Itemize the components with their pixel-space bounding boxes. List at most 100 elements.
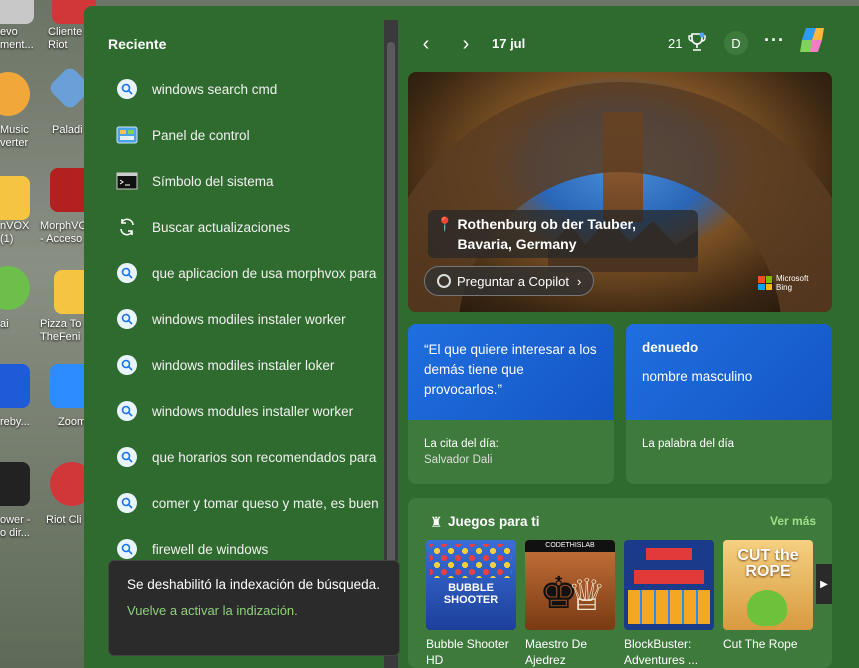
- location-caption[interactable]: 📍 Rothenburg ob der Tauber, Bavaria, Ger…: [428, 210, 698, 258]
- recent-item-label: que aplicacion de usa morphvox para: [152, 265, 377, 281]
- recent-item[interactable]: windows modules installer worker: [116, 388, 386, 434]
- location-pin-icon: 📍: [436, 216, 454, 232]
- desktop-icon-label: ower - o dir...: [0, 514, 31, 539]
- app-icon[interactable]: [0, 364, 30, 408]
- desktop-icon-label: Riot Cli: [46, 514, 82, 526]
- desktop-icon-label: evo ment...: [0, 26, 34, 51]
- recent-item[interactable]: que aplicacion de usa morphvox para: [116, 250, 386, 296]
- see-more-link[interactable]: Ver más: [770, 514, 816, 528]
- recent-item[interactable]: Panel de control: [116, 112, 386, 158]
- chess-piece-icon: ♜: [430, 514, 443, 530]
- avatar[interactable]: D: [724, 31, 748, 55]
- recent-item-label: Panel de control: [152, 127, 250, 143]
- quote-text: “El que quiere interesar a los demás tie…: [424, 342, 597, 397]
- recent-item-label: comer y tomar queso y mate, es buen: [152, 495, 379, 511]
- microsoft-bing-logo: Microsoft Bing: [758, 274, 808, 292]
- cut-the-rope-art-title: CUT the ROPE: [737, 547, 799, 580]
- search-flyout: Reciente windows search cmd Panel de cont…: [84, 6, 859, 668]
- word-card-footer: La palabra del día: [626, 420, 832, 468]
- word-of-the-day-card[interactable]: denuedo nombre masculino La palabra del …: [626, 324, 832, 484]
- recent-pane: Reciente windows search cmd Panel de cont…: [84, 6, 402, 668]
- recent-heading: Reciente: [108, 36, 167, 52]
- games-section: ♜ Juegos para ti Ver más BUBBLE SHOOTER …: [408, 498, 832, 668]
- date-label: 17 jul: [492, 36, 526, 51]
- copilot-chat-icon: [437, 274, 451, 288]
- cut-the-rope-thumbnail: CUT the ROPE: [723, 540, 813, 630]
- search-icon: [116, 78, 138, 100]
- copilot-icon[interactable]: [796, 24, 828, 56]
- rewards-points[interactable]: 21: [668, 36, 682, 51]
- quote-author: Salvador Dali: [424, 454, 493, 466]
- desktop-icon-label: nVOX (1): [0, 220, 30, 245]
- game-tile[interactable]: CUT the ROPE Cut The Rope: [723, 540, 813, 652]
- quote-footer-title: La cita del día:: [424, 438, 499, 450]
- recent-item-label: que horarios son recomendados para: [152, 449, 377, 465]
- brand-line-1: Microsoft: [776, 274, 809, 283]
- microsoft-logo-icon: [758, 276, 772, 290]
- word-footer-title: La palabra del día: [642, 438, 735, 450]
- word: denuedo: [642, 340, 699, 355]
- search-icon: [116, 262, 138, 284]
- games-next-button[interactable]: ▶: [816, 564, 832, 604]
- recent-item-label: windows modiles instaler worker: [152, 311, 346, 327]
- block-art: [628, 590, 710, 624]
- terminal-icon: [116, 170, 138, 192]
- music-converter-icon[interactable]: [0, 72, 30, 116]
- app-icon[interactable]: [0, 266, 30, 310]
- desktop-icon-label: MorphVO - Acceso: [40, 220, 88, 245]
- bubble-shooter-thumbnail: BUBBLE SHOOTER: [426, 540, 516, 630]
- game-tile[interactable]: BUBBLE SHOOTER Bubble Shooter HD: [426, 540, 516, 668]
- recent-list: windows search cmd Panel de control Símbol…: [116, 66, 386, 572]
- recent-item[interactable]: windows modiles instaler worker: [116, 296, 386, 342]
- codethislab-banner: CODETHISLAB: [525, 540, 615, 552]
- next-day-button[interactable]: ›: [452, 30, 480, 58]
- quote-card-top: “El que quiere interesar a los demás tie…: [408, 324, 614, 420]
- desktop-icon-label: Paladi: [52, 124, 83, 136]
- search-icon: [116, 308, 138, 330]
- search-icon: [116, 446, 138, 468]
- recent-item[interactable]: que horarios son recomendados para: [116, 434, 386, 480]
- desktop-icon-label: ai: [0, 318, 9, 330]
- chess-master-thumbnail: CODETHISLAB ♚ ♕: [525, 540, 615, 630]
- scroll-thumb[interactable]: [387, 42, 395, 642]
- location-line-2: Bavaria, Germany: [457, 236, 577, 252]
- desktop-app-icon[interactable]: [0, 0, 34, 24]
- more-options-icon[interactable]: ···: [764, 30, 785, 51]
- recent-item[interactable]: windows modiles instaler loker: [116, 342, 386, 388]
- quote-of-the-day-card[interactable]: “El que quiere interesar a los demás tie…: [408, 324, 614, 484]
- desktop-icon-label: Pizza To TheFeni: [40, 318, 82, 343]
- trophy-icon[interactable]: [688, 32, 706, 52]
- reenable-indexing-link[interactable]: Vuelve a activar la indización.: [127, 603, 381, 618]
- widgets-pane: ‹ › 17 jul 21 D ··· 📍 Rothenburg ob der …: [402, 6, 859, 668]
- folder-icon[interactable]: [0, 176, 30, 220]
- indexing-disabled-toast: Se deshabilitó la indexación de búsqueda…: [108, 560, 400, 656]
- bing-image-card[interactable]: 📍 Rothenburg ob der Tauber, Bavaria, Ger…: [408, 72, 832, 312]
- word-meaning: nombre masculino: [642, 369, 753, 384]
- search-icon: [116, 400, 138, 422]
- previous-day-button[interactable]: ‹: [412, 30, 440, 58]
- recent-item[interactable]: windows search cmd: [116, 66, 386, 112]
- games-title: Juegos para ti: [448, 514, 540, 529]
- block-art: [634, 570, 704, 584]
- refresh-icon: [116, 216, 138, 238]
- recent-item-label: windows modiles instaler loker: [152, 357, 335, 373]
- location-line-1: Rothenburg ob der Tauber,: [457, 216, 637, 232]
- app-icon[interactable]: [0, 462, 30, 506]
- recent-item-label: Buscar actualizaciones: [152, 219, 291, 235]
- chevron-right-icon: ›: [577, 273, 582, 289]
- recent-item[interactable]: Símbolo del sistema: [116, 158, 386, 204]
- ask-copilot-button[interactable]: Preguntar a Copilot ›: [424, 266, 595, 296]
- block-art: [646, 548, 692, 560]
- desktop-icon-label: Zoom: [58, 416, 87, 428]
- recent-item[interactable]: comer y tomar queso y mate, es buen: [116, 480, 386, 526]
- desktop-icon-label: Music verter: [0, 124, 29, 149]
- recent-item-label: Símbolo del sistema: [152, 173, 274, 189]
- control-panel-icon: [116, 124, 138, 146]
- quote-card-footer: La cita del día: Salvador Dali: [408, 420, 614, 484]
- search-icon: [116, 354, 138, 376]
- game-tile[interactable]: CODETHISLAB ♚ ♕ Maestro De Ajedrez: [525, 540, 615, 668]
- recent-item[interactable]: Buscar actualizaciones: [116, 204, 386, 250]
- game-tile[interactable]: BlockBuster: Adventures ...: [624, 540, 714, 668]
- recent-item-label: windows search cmd: [152, 81, 278, 97]
- toast-message: Se deshabilitó la indexación de búsqueda…: [127, 577, 380, 592]
